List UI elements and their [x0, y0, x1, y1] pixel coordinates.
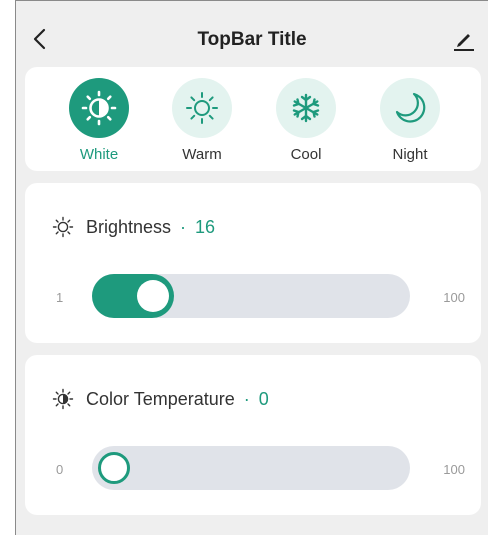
brightness-card: Brightness · 16 1 100	[25, 183, 481, 343]
separator-dot: ·	[180, 216, 187, 237]
mode-night[interactable]: Night	[370, 78, 450, 163]
color-temperature-min-label: 0	[56, 462, 64, 477]
top-bar: TopBar Title	[16, 0, 488, 64]
mode-warm-label: Warm	[182, 146, 222, 163]
mode-cool-circle	[276, 78, 336, 138]
mode-warm-circle	[172, 78, 232, 138]
color-temperature-label: Color Temperature	[86, 388, 235, 409]
moon-icon	[395, 92, 426, 123]
edit-button[interactable]	[452, 26, 476, 52]
color-temperature-header: Color Temperature · 0	[52, 388, 269, 410]
color-temperature-value: 0	[258, 388, 269, 409]
brightness-slider-thumb[interactable]	[137, 280, 169, 312]
mode-cool-label: Cool	[290, 146, 322, 163]
color-temperature-icon	[52, 388, 74, 410]
color-temperature-slider[interactable]	[92, 446, 410, 490]
app-frame: TopBar Title White Warm Cool Night Brigh…	[15, 0, 488, 535]
mode-night-label: Night	[392, 146, 428, 163]
brightness-label: Brightness	[86, 216, 172, 237]
brightness-min-label: 1	[56, 290, 64, 305]
mode-white-circle	[69, 78, 129, 138]
brightness-value: 16	[195, 216, 216, 237]
snowflake-icon	[292, 93, 320, 123]
pencil-icon	[454, 34, 474, 51]
brightness-slider[interactable]	[92, 274, 410, 318]
white-light-icon	[81, 90, 117, 126]
light-mode-selector: White Warm Cool Night	[25, 67, 481, 171]
color-temperature-slider-thumb[interactable]	[98, 452, 130, 484]
brightness-max-label: 100	[443, 290, 465, 305]
sun-icon	[186, 92, 218, 124]
mode-white-label: White	[79, 146, 119, 163]
color-temperature-max-label: 100	[443, 462, 465, 477]
mode-white[interactable]: White	[59, 78, 139, 163]
separator-dot: ·	[243, 388, 250, 409]
sun-icon	[52, 216, 74, 238]
mode-night-circle	[380, 78, 440, 138]
mode-cool[interactable]: Cool	[266, 78, 346, 163]
mode-warm[interactable]: Warm	[162, 78, 242, 163]
page-title: TopBar Title	[197, 29, 307, 50]
color-temperature-card: Color Temperature · 0 0 100	[25, 355, 481, 515]
brightness-header: Brightness · 16	[52, 216, 215, 238]
